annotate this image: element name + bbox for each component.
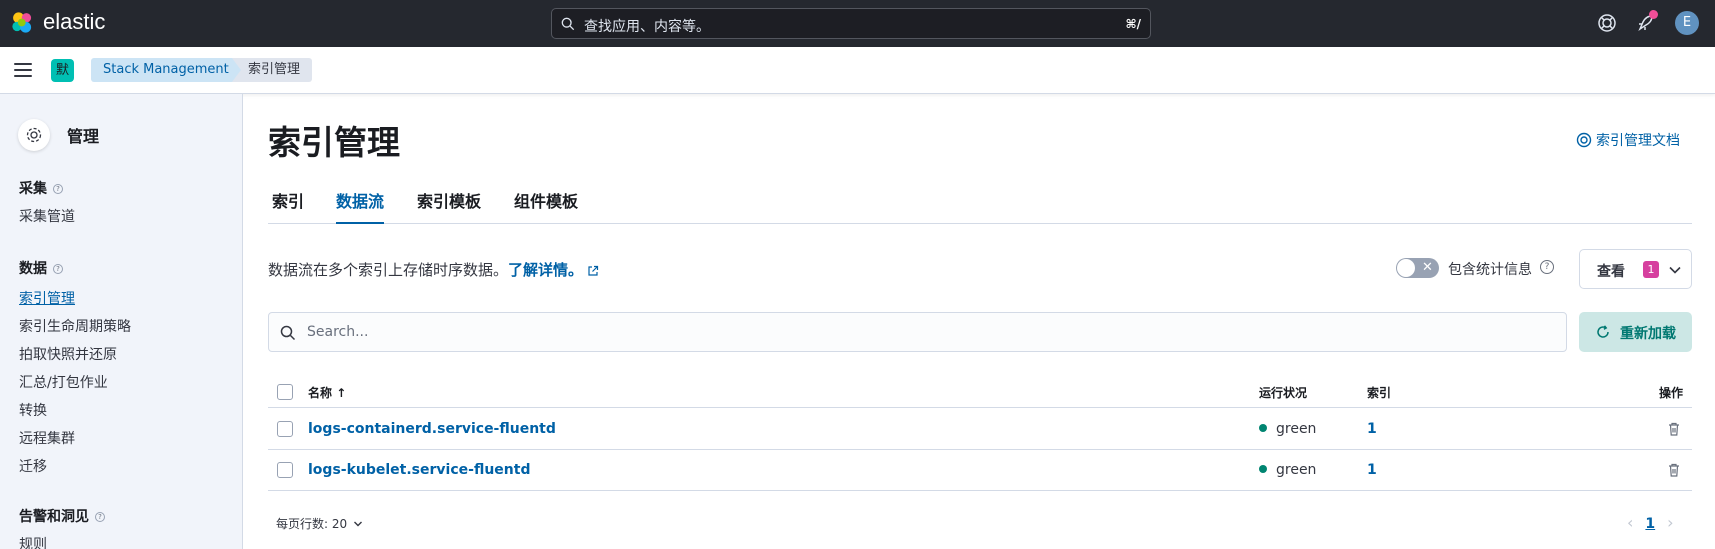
help-lifebuoy-icon [1576, 132, 1592, 148]
sidebar-item-remote-clusters[interactable]: 远程集群 [19, 428, 75, 448]
question-icon[interactable]: ? [1540, 260, 1554, 274]
sidebar-item-rollup-jobs[interactable]: 汇总/打包作业 [19, 372, 108, 392]
data-streams-description: 数据流在多个索引上存储时序数据。了解详情。 [268, 259, 599, 280]
menu-toggle-icon[interactable] [14, 63, 32, 77]
tab-component-templates[interactable]: 组件模板 [514, 191, 578, 224]
sidebar-heading-alerts-insights: 告警和洞见? [19, 506, 105, 526]
table-row: logs-kubelet.service-fluentd green 1 [268, 450, 1692, 491]
sidebar-heading-data: 数据? [19, 258, 63, 278]
health-status: green [1259, 421, 1316, 437]
rows-per-page-selector[interactable]: 每页行数: 20 [276, 515, 363, 532]
sidebar-heading-ingest: 采集? [19, 178, 63, 198]
management-sidebar: 管理 采集? 采集管道 数据? 索引管理 索引生命周期策略 拍取快照并还原 汇总… [0, 94, 243, 549]
table-header: 名称 ↑ 运行状况 索引 操作 [268, 378, 1692, 408]
sidebar-item-index-management[interactable]: 索引管理 [19, 288, 75, 308]
trash-icon[interactable] [1666, 421, 1682, 437]
global-search-bar[interactable]: 查找应用、内容等。 ⌘/ [551, 8, 1151, 39]
search-shortcut: ⌘/ [1125, 17, 1141, 31]
external-link-icon [588, 265, 599, 276]
elastic-logo-icon[interactable] [10, 10, 35, 35]
select-all-checkbox[interactable] [277, 384, 293, 400]
previous-page-icon[interactable]: ‹ [1627, 513, 1633, 532]
sidebar-item-rules[interactable]: 规则 [19, 534, 47, 549]
chevron-down-icon [354, 521, 363, 527]
indices-count-link[interactable]: 1 [1367, 421, 1377, 437]
learn-more-link[interactable]: 了解详情。 [508, 261, 583, 279]
help-lifebuoy-icon[interactable] [1596, 12, 1618, 34]
include-stats-label: 包含统计信息 [1448, 262, 1532, 278]
data-stream-name-link[interactable]: logs-kubelet.service-fluentd [308, 462, 530, 478]
global-search-placeholder: 查找应用、内容等。 [584, 19, 710, 35]
data-stream-search-field[interactable] [268, 312, 1567, 352]
docs-link[interactable]: 索引管理文档 [1576, 130, 1680, 150]
tab-indices[interactable]: 索引 [272, 191, 304, 224]
health-dot [1259, 465, 1267, 473]
sidebar-item-transforms[interactable]: 转换 [19, 400, 47, 420]
chevron-down-icon [1669, 266, 1681, 274]
reload-button[interactable]: 重新加载 [1579, 312, 1692, 352]
view-filter-button[interactable]: 查看 1 [1579, 249, 1692, 289]
breadcrumb-bar: 默 Stack Management 索引管理 [0, 47, 1715, 94]
table-row: logs-containerd.service-fluentd green 1 [268, 409, 1692, 450]
user-avatar[interactable]: E [1675, 11, 1699, 35]
breadcrumb-index-management: 索引管理 [232, 58, 313, 82]
tab-bar: 索引 数据流 索引模板 组件模板 [268, 191, 1692, 224]
gear-icon [26, 127, 42, 143]
filter-count-badge: 1 [1643, 261, 1659, 278]
health-status: green [1259, 462, 1316, 478]
top-header: elastic 查找应用、内容等。 ⌘/ E [0, 0, 1715, 47]
search-input[interactable] [307, 322, 1507, 342]
row-checkbox[interactable] [277, 462, 293, 478]
sidebar-item-ingest-pipelines[interactable]: 采集管道 [19, 206, 75, 226]
refresh-icon [1597, 325, 1609, 338]
close-icon: ✕ [1422, 260, 1433, 275]
sort-ascending-icon: ↑ [336, 386, 347, 400]
tab-data-streams[interactable]: 数据流 [336, 191, 385, 224]
info-icon: ? [53, 184, 63, 194]
data-stream-name-link[interactable]: logs-containerd.service-fluentd [308, 421, 556, 437]
health-dot [1259, 424, 1267, 432]
sidebar-item-ilm-policies[interactable]: 索引生命周期策略 [19, 316, 131, 336]
search-icon [280, 325, 296, 341]
column-header-actions: 操作 [1659, 386, 1684, 400]
indices-count-link[interactable]: 1 [1367, 462, 1377, 478]
next-page-icon[interactable]: › [1667, 513, 1673, 532]
sidebar-item-migrate[interactable]: 迁移 [19, 456, 47, 476]
info-icon: ? [95, 512, 105, 522]
notification-dot [1649, 10, 1658, 19]
pagination: ‹ 1 › [1627, 513, 1674, 532]
breadcrumb-stack-management[interactable]: Stack Management [91, 58, 251, 82]
row-checkbox[interactable] [277, 421, 293, 437]
column-header-name[interactable]: 名称 ↑ [308, 384, 346, 401]
sidebar-item-snapshot-restore[interactable]: 拍取快照并还原 [19, 344, 117, 364]
info-icon: ? [53, 264, 63, 274]
search-icon [561, 17, 575, 31]
page-number[interactable]: 1 [1645, 516, 1655, 532]
space-avatar[interactable]: 默 [51, 59, 74, 82]
elastic-logo-text[interactable]: elastic [43, 9, 105, 35]
tab-index-templates[interactable]: 索引模板 [417, 191, 481, 224]
column-header-health: 运行状况 [1259, 386, 1308, 400]
include-stats-toggle[interactable]: ✕ [1396, 258, 1439, 278]
management-gear-badge [18, 119, 50, 151]
column-header-indices: 索引 [1367, 386, 1392, 400]
page-title: 索引管理 [268, 123, 400, 162]
sidebar-title: 管理 [67, 127, 100, 146]
trash-icon[interactable] [1666, 462, 1682, 478]
